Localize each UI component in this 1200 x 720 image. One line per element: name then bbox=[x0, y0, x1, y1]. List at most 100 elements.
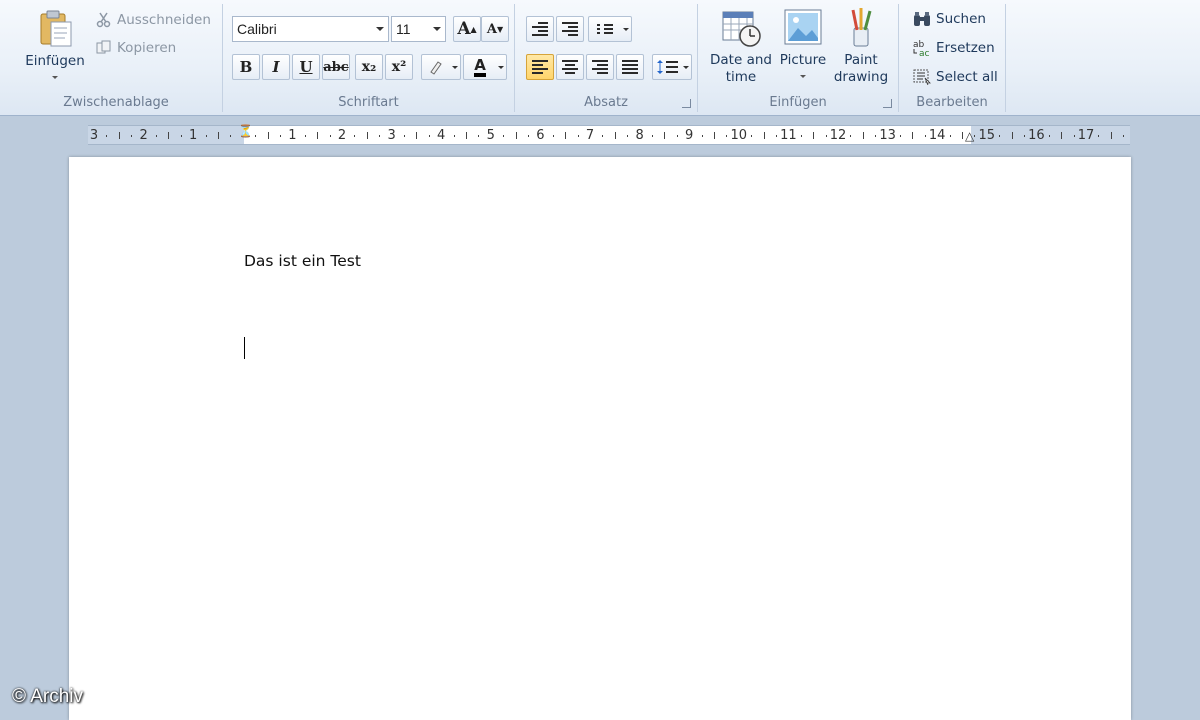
font-family-value: Calibri bbox=[237, 21, 277, 37]
first-line-indent-icon[interactable]: ⏳ bbox=[238, 124, 253, 138]
insert-group-label: Einfügen bbox=[769, 95, 827, 110]
italic-button[interactable]: I bbox=[262, 54, 290, 80]
increase-indent-icon bbox=[562, 22, 578, 36]
picture-icon bbox=[784, 9, 822, 45]
subscript-button[interactable]: x₂ bbox=[355, 54, 383, 80]
font-color-dropdown-icon[interactable] bbox=[498, 66, 504, 69]
ruler-minor-mark bbox=[776, 135, 777, 137]
picture-dropdown-arrow-icon[interactable] bbox=[800, 75, 806, 78]
clipboard-group: Einfügen Ausschneiden Kopieren Zwischena… bbox=[10, 4, 223, 112]
ruler-half-mark bbox=[515, 132, 517, 139]
ruler-minor-mark bbox=[924, 135, 926, 137]
highlight-dropdown-icon[interactable] bbox=[452, 66, 458, 69]
ruler-number: 4 bbox=[437, 128, 446, 143]
date-time-button[interactable]: Date and time bbox=[706, 6, 776, 86]
text-cursor bbox=[244, 337, 245, 359]
ruler-minor-mark bbox=[676, 135, 678, 137]
paint-drawing-button[interactable]: Paint drawing bbox=[830, 6, 892, 86]
cut-button[interactable]: Ausschneiden bbox=[94, 9, 213, 31]
underline-icon: U bbox=[299, 58, 313, 76]
binoculars-icon bbox=[914, 12, 930, 26]
ruler-number: 12 bbox=[829, 128, 847, 143]
font-family-arrow-icon[interactable] bbox=[376, 27, 384, 31]
ruler-minor-mark bbox=[726, 135, 728, 137]
ruler-minor-mark bbox=[180, 135, 182, 137]
ruler-minor-mark bbox=[974, 135, 976, 137]
line-spacing-dropdown-icon[interactable] bbox=[683, 66, 689, 69]
ruler-minor-mark bbox=[751, 135, 753, 137]
bold-icon: B bbox=[239, 58, 253, 76]
insert-dialog-launcher-icon[interactable] bbox=[883, 99, 892, 108]
font-color-icon: A bbox=[474, 57, 486, 77]
ruler-minor-mark bbox=[577, 135, 579, 137]
bullets-button[interactable] bbox=[588, 16, 632, 42]
font-size-combo[interactable]: 11 bbox=[391, 16, 446, 42]
ruler-number: 14 bbox=[928, 128, 946, 143]
ruler-number: 17 bbox=[1077, 128, 1095, 143]
paragraph-group-label: Absatz bbox=[584, 95, 628, 110]
font-family-combo[interactable]: Calibri bbox=[232, 16, 389, 42]
bullets-dropdown-icon[interactable] bbox=[623, 28, 629, 31]
highlight-button[interactable] bbox=[421, 54, 461, 80]
paint-drawing-label: Paint drawing bbox=[833, 52, 889, 85]
line-spacing-button[interactable] bbox=[652, 54, 692, 80]
ruler-half-mark bbox=[416, 132, 418, 139]
font-size-value: 11 bbox=[396, 21, 411, 37]
copy-button[interactable]: Kopieren bbox=[94, 37, 178, 59]
grow-font-button[interactable]: A ▲ bbox=[453, 16, 481, 42]
paragraph-dialog-launcher-icon[interactable] bbox=[682, 99, 691, 108]
justify-button[interactable] bbox=[616, 54, 644, 80]
paint-brush-icon bbox=[851, 8, 872, 47]
ruler-minor-mark bbox=[230, 135, 232, 137]
ruler-minor-mark bbox=[1048, 135, 1050, 137]
ruler-half-mark bbox=[118, 132, 120, 139]
align-left-icon bbox=[532, 60, 548, 74]
subscript-icon: x₂ bbox=[361, 59, 377, 75]
select-all-button[interactable]: Select all bbox=[911, 66, 1000, 88]
date-time-label: Date and time bbox=[710, 52, 772, 85]
ruler-minor-mark bbox=[156, 135, 157, 137]
font-color-button[interactable]: A bbox=[463, 54, 507, 80]
align-left-button[interactable] bbox=[526, 54, 554, 80]
underline-button[interactable]: U bbox=[292, 54, 320, 80]
find-button[interactable]: Suchen bbox=[911, 8, 988, 30]
ruler-minor-mark bbox=[627, 135, 629, 137]
ruler-minor-mark bbox=[255, 135, 257, 137]
align-center-button[interactable] bbox=[556, 54, 584, 80]
ruler-number: 10 bbox=[730, 128, 748, 143]
ruler-minor-mark bbox=[1073, 135, 1075, 137]
picture-button[interactable]: Picture bbox=[778, 6, 828, 78]
ruler-minor-mark bbox=[478, 135, 480, 137]
document-paragraph[interactable]: Das ist ein Test bbox=[244, 252, 361, 270]
ruler-half-mark bbox=[366, 132, 368, 139]
replace-button[interactable]: ab ac Ersetzen bbox=[911, 37, 997, 59]
align-center-icon bbox=[562, 60, 578, 74]
highlighter-icon bbox=[430, 61, 442, 75]
ruler-minor-mark bbox=[825, 135, 827, 137]
document-page[interactable]: Das ist ein Test bbox=[69, 157, 1131, 720]
paste-button[interactable]: Einfügen bbox=[22, 8, 88, 88]
decrease-indent-button[interactable] bbox=[526, 16, 554, 42]
ruler-number: 7 bbox=[585, 128, 595, 143]
bullets-icon bbox=[597, 24, 613, 34]
font-group-label: Schriftart bbox=[338, 95, 399, 110]
picture-label: Picture bbox=[779, 52, 827, 68]
increase-indent-button[interactable] bbox=[556, 16, 584, 42]
ruler-half-mark bbox=[912, 132, 914, 139]
ruler-half-mark bbox=[813, 132, 815, 139]
font-size-arrow-icon[interactable] bbox=[433, 27, 441, 31]
shrink-font-button[interactable]: A ▼ bbox=[481, 16, 509, 42]
paste-dropdown-arrow-icon[interactable] bbox=[52, 76, 58, 79]
ruler-half-mark bbox=[565, 132, 567, 139]
ruler-minor-mark bbox=[379, 135, 381, 137]
ruler-minor-mark bbox=[354, 135, 356, 137]
right-indent-icon[interactable]: △ bbox=[965, 129, 974, 143]
align-right-button[interactable] bbox=[586, 54, 614, 80]
horizontal-ruler[interactable]: ⏳ △ 3 2 1 1 2 3 4 5 6 7 8 9 10 11 12 13 14 15 16 17 bbox=[88, 124, 1130, 145]
svg-text:ac: ac bbox=[919, 49, 930, 57]
strikethrough-button[interactable]: abc bbox=[322, 54, 350, 80]
ruler-number: 15 bbox=[978, 128, 996, 143]
replace-label: Ersetzen bbox=[936, 40, 995, 56]
superscript-button[interactable]: x² bbox=[385, 54, 413, 80]
bold-button[interactable]: B bbox=[232, 54, 260, 80]
